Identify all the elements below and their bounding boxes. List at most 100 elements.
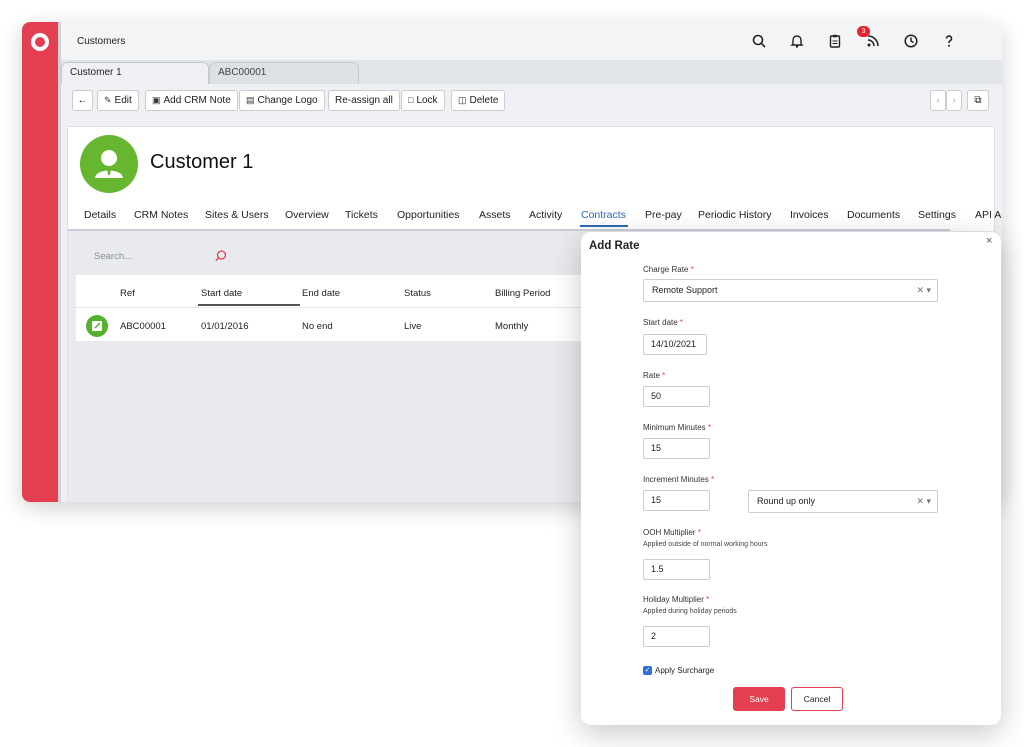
ooh-multiplier-label-text: OOH Multiplier [643, 528, 696, 537]
apply-surcharge-label[interactable]: Apply Surcharge [655, 666, 714, 675]
charge-rate-label: Charge Rate * [643, 265, 694, 274]
tab-crm-notes[interactable]: CRM Notes [134, 209, 188, 221]
ooh-multiplier-label: OOH Multiplier * [643, 528, 701, 537]
rate-field[interactable]: 50 [643, 386, 710, 407]
edit-label: Edit [114, 95, 132, 106]
table-cell-start-date: 01/01/2016 [201, 321, 249, 332]
doc-tab-customer[interactable]: Customer 1 [61, 62, 209, 84]
charge-rate-select[interactable]: Remote Support ✕ ▾ [643, 279, 938, 302]
holiday-multiplier-label-text: Holiday Multiplier [643, 595, 704, 604]
ooh-multiplier-field[interactable]: 1.5 [643, 559, 710, 580]
lock-label: Lock [416, 95, 438, 106]
chevron-right-icon: › [952, 95, 956, 106]
clear-dropdown-icon[interactable]: ✕ ▾ [916, 491, 931, 512]
tab-assets[interactable]: Assets [479, 209, 511, 221]
close-icon[interactable]: × [986, 235, 992, 247]
clock-icon[interactable] [903, 33, 919, 49]
search-icon[interactable] [214, 249, 228, 263]
start-date-field[interactable]: 14/10/2021 [643, 334, 707, 355]
image-icon: ▤ [246, 95, 255, 105]
increment-minutes-label: Increment Minutes * [643, 475, 714, 484]
rss-icon[interactable] [865, 33, 881, 49]
customer-logo [80, 135, 138, 193]
tab-documents[interactable]: Documents [847, 209, 900, 221]
holiday-multiplier-hint: Applied during holiday periods [643, 608, 737, 615]
tab-pre-pay[interactable]: Pre-pay [645, 209, 682, 221]
required-marker: * [662, 371, 666, 380]
add-crm-note-label: Add CRM Note [163, 95, 231, 106]
open-external-button[interactable]: ⧉ [967, 90, 989, 111]
column-header-billing-period[interactable]: Billing Period [495, 288, 550, 299]
save-button[interactable]: Save [733, 687, 785, 711]
tab-periodic-history[interactable]: Periodic History [698, 209, 772, 221]
minimum-minutes-field[interactable]: 15 [643, 438, 710, 459]
search-icon[interactable] [751, 33, 767, 49]
clipboard-icon[interactable] [827, 33, 843, 49]
action-toolbar: ← ✎ Edit ▣ Add CRM Note ▤ Change Logo Re-as… [61, 84, 1002, 120]
column-header-end-date[interactable]: End date [302, 288, 340, 299]
required-marker: * [679, 318, 684, 327]
table-cell-status: Live [404, 321, 422, 332]
clear-dropdown-icon[interactable]: ✕ ▾ [916, 280, 931, 301]
rate-label-text: Rate [643, 371, 660, 380]
add-rate-dialog: Add Rate × Charge Rate * Remote Support … [581, 232, 1001, 725]
chevron-left-icon: ‹ [936, 95, 940, 106]
apply-surcharge-checkbox[interactable]: ✓ [643, 666, 652, 675]
external-edit-icon: ⧉ [974, 95, 982, 106]
sort-indicator [198, 304, 300, 306]
tab-api[interactable]: API A [975, 209, 1001, 221]
column-header-status[interactable]: Status [404, 288, 431, 299]
bell-icon[interactable] [789, 33, 805, 49]
previous-record-button[interactable]: ‹ [930, 90, 946, 111]
back-button[interactable]: ← [72, 90, 93, 111]
change-logo-button[interactable]: ▤ Change Logo [239, 90, 325, 111]
tab-overview[interactable]: Overview [285, 209, 329, 221]
delete-button[interactable]: ◫ Delete [451, 90, 506, 111]
contract-row-icon[interactable] [86, 315, 108, 337]
tab-details[interactable]: Details [84, 209, 116, 221]
tab-sites-users[interactable]: Sites & Users [205, 209, 269, 221]
reassign-all-label: Re-assign all [335, 95, 393, 106]
search-box[interactable]: Search... [86, 243, 238, 269]
page-title: Customers [77, 36, 126, 47]
minimum-minutes-label-text: Minimum Minutes [643, 423, 706, 432]
document-tabs: Customer 1 ABC00001 [61, 60, 1002, 84]
tab-invoices[interactable]: Invoices [790, 209, 829, 221]
column-header-start-date[interactable]: Start date [201, 288, 242, 299]
customer-name: Customer 1 [150, 151, 254, 173]
column-header-ref[interactable]: Ref [120, 288, 135, 299]
required-marker: * [707, 423, 712, 432]
tab-opportunities[interactable]: Opportunities [397, 209, 459, 221]
ooh-multiplier-hint: Applied outside of normal working hours [643, 541, 768, 548]
minimum-minutes-label: Minimum Minutes * [643, 423, 711, 432]
delete-label: Delete [469, 95, 499, 106]
screen: Customers 3 Customer 1 ABC00001 ← ✎ Edit… [0, 0, 1024, 747]
tab-settings[interactable]: Settings [918, 209, 956, 221]
required-marker: * [711, 475, 715, 484]
required-marker: * [706, 595, 710, 604]
tab-contracts[interactable]: Contracts [581, 209, 626, 221]
search-placeholder: Search... [94, 251, 133, 262]
lock-button[interactable]: □ Lock [401, 90, 445, 111]
holiday-multiplier-field[interactable]: 2 [643, 626, 710, 647]
person-icon [95, 150, 123, 178]
holiday-multiplier-label: Holiday Multiplier * [643, 595, 709, 604]
change-logo-label: Change Logo [257, 95, 318, 106]
next-record-button[interactable]: › [946, 90, 962, 111]
add-crm-note-button[interactable]: ▣ Add CRM Note [145, 90, 238, 111]
active-tab-indicator [580, 225, 628, 227]
reassign-all-button[interactable]: Re-assign all [328, 90, 400, 111]
tab-activity[interactable]: Activity [529, 209, 562, 221]
rounding-select[interactable]: Round up only ✕ ▾ [748, 490, 938, 513]
help-icon[interactable] [941, 33, 957, 49]
tab-tickets[interactable]: Tickets [345, 209, 378, 221]
app-logo-icon[interactable] [31, 33, 49, 51]
table-cell-end-date: No end [302, 321, 333, 332]
document-edit-icon [92, 321, 102, 331]
required-marker: * [697, 528, 701, 537]
edit-button[interactable]: ✎ Edit [97, 90, 139, 111]
cancel-button[interactable]: Cancel [791, 687, 843, 711]
doc-tab-contract[interactable]: ABC00001 [209, 62, 359, 84]
table-cell-ref[interactable]: ABC00001 [120, 321, 166, 332]
increment-minutes-field[interactable]: 15 [643, 490, 710, 511]
